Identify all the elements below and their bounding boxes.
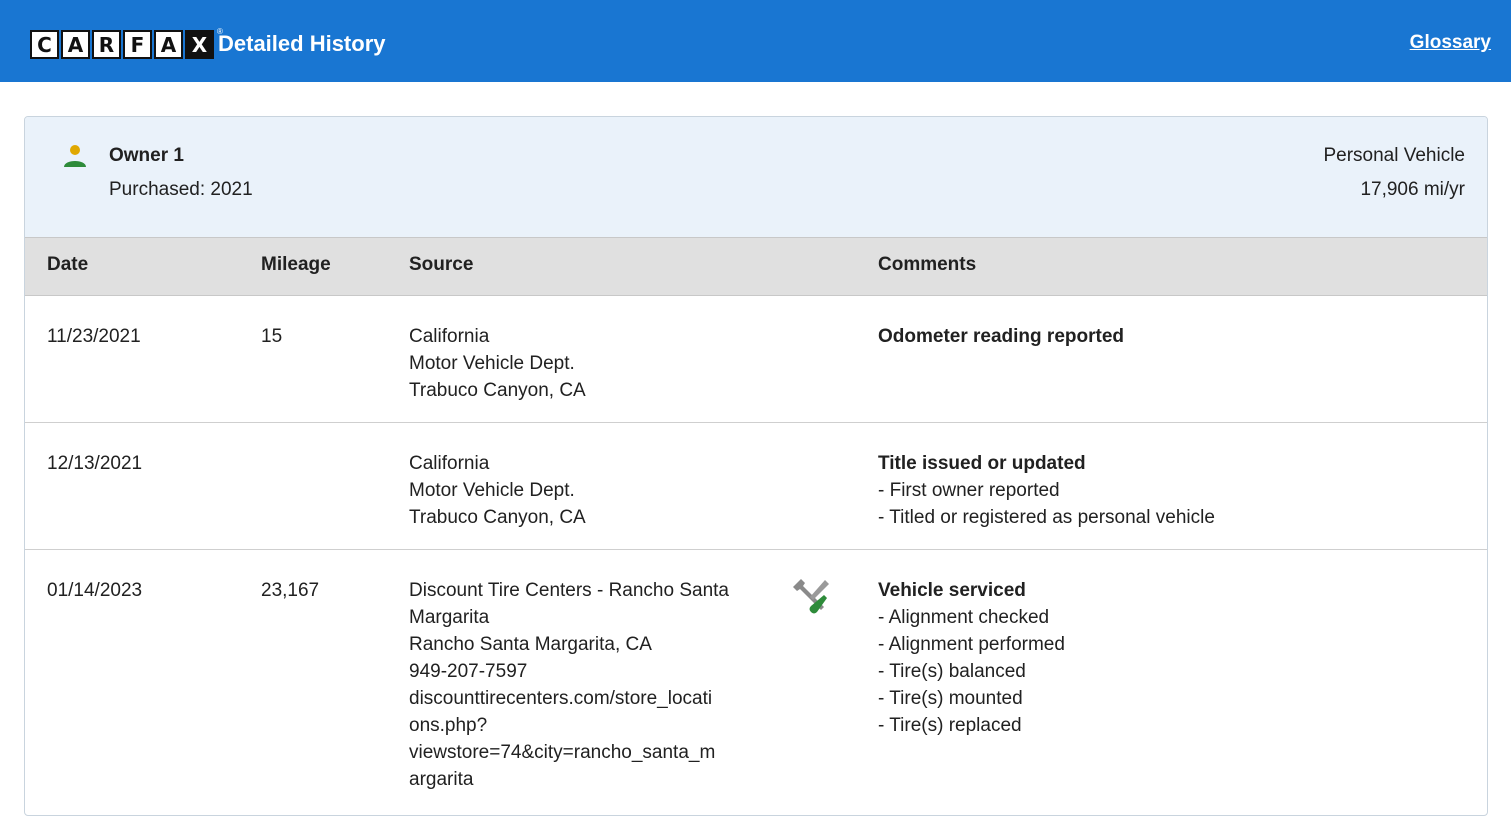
comment-title: Title issued or updated — [878, 453, 1086, 474]
source-line: Trabuco Canyon, CA — [409, 507, 586, 528]
column-header-date: Date — [47, 254, 89, 275]
source-line: 949-207-7597 — [409, 661, 528, 682]
table-row: 01/14/2023 23,167 Discount Tire Centers … — [25, 550, 1487, 815]
column-header-source: Source — [409, 254, 474, 275]
source-website-link[interactable]: viewstore=74&city=rancho_santa_m — [409, 739, 789, 766]
source-line: California — [409, 326, 490, 347]
row-date: 01/14/2023 — [47, 580, 143, 601]
table-row: 12/13/2021 California Motor Vehicle Dept… — [25, 423, 1487, 550]
source-line: Rancho Santa Margarita, CA — [409, 634, 652, 655]
logo-letter: A — [61, 30, 90, 59]
row-comments: Vehicle serviced Alignment checked Align… — [878, 577, 1468, 739]
comment-item: First owner reported — [878, 477, 1468, 504]
logo-letter: A — [154, 30, 183, 59]
vehicle-type: Personal Vehicle — [1323, 145, 1465, 166]
comment-title: Odometer reading reported — [878, 326, 1124, 347]
page-title: Detailed History — [218, 31, 386, 56]
row-comments: Title issued or updated First owner repo… — [878, 450, 1468, 531]
person-icon — [64, 145, 86, 167]
source-website-link[interactable]: ons.php? — [409, 712, 789, 739]
comment-title: Vehicle serviced — [878, 580, 1026, 601]
table-header: Date Mileage Source Comments — [25, 238, 1487, 296]
carfax-logo[interactable]: C A R F A X ® — [30, 27, 223, 59]
wrench-screwdriver-icon — [793, 579, 829, 614]
table-row: 11/23/2021 15 California Motor Vehicle D… — [25, 296, 1487, 423]
comment-item: Alignment checked — [878, 604, 1468, 631]
source-line: Trabuco Canyon, CA — [409, 380, 586, 401]
source-website-link[interactable]: discounttirecenters.com/store_locati — [409, 685, 789, 712]
source-line: Margarita — [409, 607, 490, 628]
row-source: California Motor Vehicle Dept. Trabuco C… — [409, 450, 789, 531]
source-line: Discount Tire Centers - Rancho Santa — [409, 580, 729, 601]
row-comments: Odometer reading reported — [878, 323, 1468, 350]
column-header-mileage: Mileage — [261, 254, 331, 275]
glossary-link[interactable]: Glossary — [1410, 32, 1491, 54]
source-website-link[interactable]: argarita — [409, 766, 789, 793]
owner-title: Owner 1 — [109, 145, 184, 166]
owner-purchased: Purchased: 2021 — [109, 179, 253, 200]
row-source: California Motor Vehicle Dept. Trabuco C… — [409, 323, 789, 404]
comment-item: Tire(s) mounted — [878, 685, 1468, 712]
row-date: 11/23/2021 — [47, 326, 141, 347]
row-date: 12/13/2021 — [47, 453, 143, 474]
comment-item: Tire(s) replaced — [878, 712, 1468, 739]
logo-letter: X — [185, 30, 214, 59]
comment-item: Titled or registered as personal vehicle — [878, 504, 1468, 531]
column-header-comments: Comments — [878, 254, 977, 275]
top-bar: C A R F A X ® Detailed History Glossary — [0, 0, 1511, 82]
logo-letter: C — [30, 30, 59, 59]
comment-item: Alignment performed — [878, 631, 1468, 658]
logo-letter: R — [92, 30, 121, 59]
owner-header: Owner 1 Purchased: 2021 Personal Vehicle… — [25, 117, 1487, 238]
logo-letter: F — [123, 30, 152, 59]
row-mileage: 15 — [261, 326, 283, 347]
source-line: California — [409, 453, 490, 474]
comment-item: Tire(s) balanced — [878, 658, 1468, 685]
source-line: Motor Vehicle Dept. — [409, 353, 575, 374]
miles-per-year: 17,906 mi/yr — [1360, 179, 1465, 200]
owner-history-card: Owner 1 Purchased: 2021 Personal Vehicle… — [24, 116, 1488, 816]
row-source: Discount Tire Centers - Rancho Santa Mar… — [409, 577, 789, 793]
source-line: Motor Vehicle Dept. — [409, 480, 575, 501]
row-mileage: 23,167 — [261, 580, 320, 601]
